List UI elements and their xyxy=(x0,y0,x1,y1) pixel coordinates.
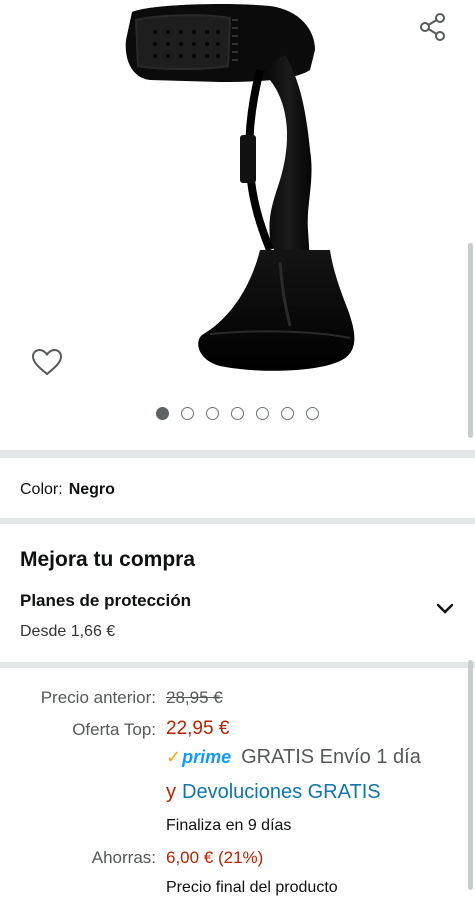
color-value: Negro xyxy=(68,481,115,498)
divider xyxy=(0,450,475,458)
carousel-dot[interactable] xyxy=(306,407,319,420)
savings-label: Ahorras: xyxy=(91,848,156,867)
expand-plans-button[interactable] xyxy=(432,598,458,620)
previous-price: 28,95 € xyxy=(166,688,223,707)
carousel-dot[interactable] xyxy=(181,407,194,420)
protection-plans-title[interactable]: Planes de protección xyxy=(20,591,191,611)
savings-value: 6,00 € (21%) xyxy=(166,848,264,867)
carousel-dot[interactable] xyxy=(231,407,244,420)
carousel-dot[interactable] xyxy=(256,407,269,420)
final-price-note: Precio final del producto xyxy=(166,879,338,896)
chevron-down-icon xyxy=(436,603,454,614)
product-image-gallery[interactable] xyxy=(0,0,475,450)
shipping-info: ✓ prime GRATIS Envío 1 día xyxy=(166,746,421,769)
returns-info: y Devoluciones GRATIS xyxy=(166,781,381,804)
carousel-indicator[interactable] xyxy=(156,407,319,420)
offer-label: Oferta Top: xyxy=(72,720,156,739)
share-button[interactable] xyxy=(414,8,452,46)
divider xyxy=(0,518,475,524)
color-selector[interactable]: Color: Negro xyxy=(20,481,115,499)
shipping-text: GRATIS Envío 1 día xyxy=(241,746,421,768)
divider xyxy=(0,662,475,668)
scrollbar[interactable] xyxy=(468,660,473,890)
scrollbar[interactable] xyxy=(468,243,473,438)
carousel-dot[interactable] xyxy=(156,407,169,420)
prime-check-icon: ✓ xyxy=(166,747,182,767)
color-label: Color: xyxy=(20,481,63,498)
share-icon xyxy=(420,13,445,41)
returns-prefix: y xyxy=(166,781,176,803)
offer-ends-text: Finaliza en 9 días xyxy=(166,817,292,834)
previous-price-label: Precio anterior: xyxy=(40,688,156,707)
heart-icon xyxy=(31,348,63,376)
free-returns-link[interactable]: Devoluciones GRATIS xyxy=(182,781,381,803)
wishlist-button[interactable] xyxy=(26,342,68,382)
offer-price: 22,95 € xyxy=(166,718,230,739)
protection-plans-price: Desde 1,66 € xyxy=(20,623,116,640)
prime-badge: ✓ prime xyxy=(166,747,232,767)
product-image[interactable] xyxy=(110,0,370,380)
carousel-dot[interactable] xyxy=(281,407,294,420)
upgrade-title: Mejora tu compra xyxy=(20,548,196,571)
carousel-dot[interactable] xyxy=(206,407,219,420)
